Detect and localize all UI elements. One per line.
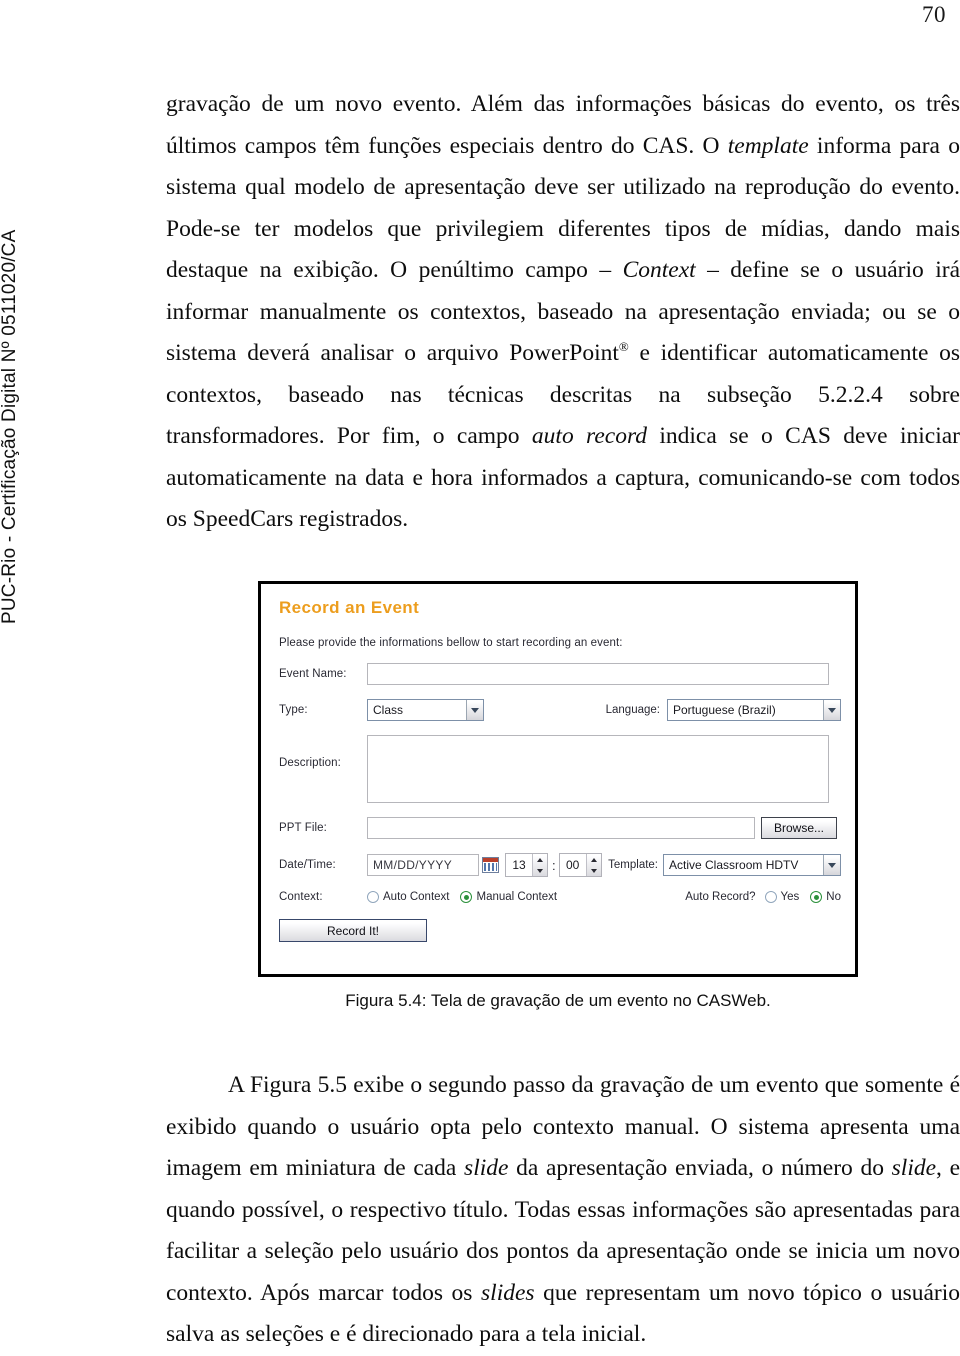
time-separator: : (552, 857, 556, 873)
auto-context-radio-group[interactable]: Auto Context (367, 891, 460, 903)
row-context-auto-record: Context: Auto Context Manual Context Aut… (277, 891, 841, 903)
auto-record-yes-radio-group[interactable]: Yes (764, 891, 811, 903)
hour-value: 13 (512, 858, 526, 872)
language-select-value: Portuguese (Brazil) (673, 703, 776, 717)
label-language: Language: (605, 704, 660, 716)
minute-stepper-buttons[interactable] (585, 854, 601, 876)
minute-stepper[interactable]: 00 (558, 853, 602, 877)
type-select-value: Class (373, 703, 404, 717)
manual-context-radio[interactable] (460, 891, 473, 903)
bottom-emphasis-slides: slides (481, 1279, 535, 1306)
label-description: Description: (279, 757, 341, 769)
event-name-input[interactable] (367, 663, 829, 685)
bottom-emphasis-slide-1: slide (464, 1155, 509, 1181)
type-select[interactable]: Class (367, 699, 484, 721)
chevron-down-icon (823, 700, 840, 720)
top-emphasis-context: Context (622, 257, 696, 283)
auto-record-no-radio[interactable] (810, 891, 823, 903)
row-event-name: Event Name: (277, 663, 841, 685)
figure-caption: Figura 5.4: Tela de gravação de um event… (345, 991, 771, 1010)
bottom-paragraph: A Figura 5.5 exibe o segundo passo da gr… (166, 1065, 960, 1356)
auto-record-yes-radio[interactable] (764, 891, 777, 903)
manual-context-radio-group[interactable]: Manual Context (460, 891, 568, 903)
row-date-time-template: Date/Time: MM/DD/YYYY 13 : 00 Template: … (277, 853, 841, 877)
manual-context-label: Manual Context (476, 891, 558, 903)
date-input[interactable]: MM/DD/YYYY (367, 854, 479, 876)
hour-stepper-buttons[interactable] (532, 854, 547, 876)
ppt-file-input[interactable] (367, 817, 755, 839)
top-paragraph: gravação de um novo evento. Além das inf… (166, 84, 960, 541)
label-ppt-file: PPT File: (279, 822, 327, 834)
stepper-up-icon[interactable] (533, 854, 547, 865)
auto-record-no-label: No (826, 891, 841, 903)
record-it-button[interactable]: Record It! (279, 919, 427, 942)
bottom-emphasis-slide-2: slide (891, 1155, 937, 1181)
label-auto-record: Auto Record? (685, 891, 756, 903)
auto-context-label: Auto Context (383, 891, 450, 903)
label-date-time: Date/Time: (279, 859, 336, 871)
stepper-up-icon[interactable] (587, 854, 601, 865)
figure-5-4: Record an Event Please provide the infor… (258, 581, 858, 977)
row-ppt-file: PPT File: Browse... (277, 817, 841, 839)
chevron-down-icon (466, 700, 483, 720)
bottom-text-2: da apresentação enviada, o número do (508, 1155, 892, 1181)
auto-record-yes-label: Yes (780, 891, 800, 903)
label-template: Template: (608, 859, 658, 871)
casweb-record-event-screenshot: Record an Event Please provide the infor… (258, 581, 858, 977)
row-description: Description: (277, 735, 841, 803)
top-paragraph-text: gravação de um novo evento. Além das inf… (166, 84, 960, 541)
stepper-down-icon[interactable] (533, 865, 547, 876)
registered-trademark-symbol: ® (618, 339, 629, 355)
language-select[interactable]: Portuguese (Brazil) (667, 699, 841, 721)
bottom-paragraph-text: A Figura 5.5 exibe o segundo passo da gr… (166, 1065, 960, 1356)
label-event-name: Event Name: (279, 668, 347, 680)
description-textarea[interactable] (367, 735, 829, 803)
label-type: Type: (279, 704, 308, 716)
chevron-down-icon (823, 855, 840, 875)
stepper-down-icon[interactable] (587, 865, 601, 876)
top-emphasis-auto-record: auto record (531, 423, 647, 449)
auto-record-no-radio-group[interactable]: No (810, 891, 841, 903)
label-context: Context: (279, 891, 323, 903)
template-select-value: Active Classroom HDTV (669, 858, 799, 872)
top-emphasis-template: template (727, 132, 809, 159)
minute-value: 00 (565, 858, 580, 872)
template-select[interactable]: Active Classroom HDTV (663, 854, 841, 876)
puc-rio-certification-stamp: PUC-Rio - Certificação Digital Nº 051102… (0, 229, 20, 624)
browse-button[interactable]: Browse... (761, 817, 837, 839)
hour-stepper[interactable]: 13 (505, 853, 548, 877)
page-number: 70 (922, 2, 946, 27)
form-title: Record an Event (279, 598, 420, 617)
row-type-language: Type: Class Language: Portuguese (Brazil… (277, 699, 841, 721)
form-subtitle: Please provide the informations bellow t… (279, 637, 623, 649)
calendar-icon[interactable] (482, 857, 499, 873)
auto-context-radio[interactable] (367, 891, 379, 903)
